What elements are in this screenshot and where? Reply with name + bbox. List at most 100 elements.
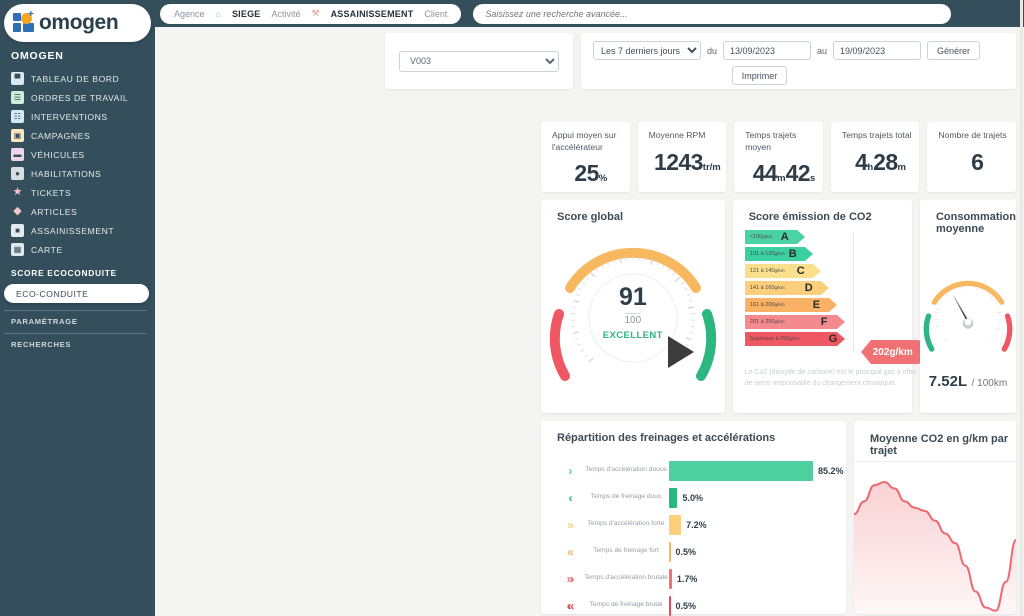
- kpi-card: Temps trajets total 4h28m: [830, 122, 920, 192]
- score-gauge: 91 100 EXCELLENT: [541, 228, 725, 398]
- co2-grade-letter: C: [796, 265, 805, 277]
- brand-logo[interactable]: + omogen: [4, 4, 151, 42]
- braking-bar-area: 0.5%: [669, 538, 838, 565]
- vertical-scrollbar[interactable]: [1020, 0, 1023, 616]
- sidebar-item-ordres-de-travail[interactable]: ☰ ORDRES DE TRAVAIL: [0, 88, 155, 107]
- sidebar-item-eco-conduite[interactable]: ECO-CONDUITE: [4, 284, 149, 303]
- habilitation-icon: ●: [11, 167, 24, 180]
- generate-button[interactable]: Générer: [927, 41, 981, 60]
- sidebar-item-label: CARTE: [31, 244, 63, 255]
- co2-grade-list: <100g/km A 101 à 120g/km B 121 à 140g/km C 141…: [744, 230, 845, 349]
- kpi-title: Temps trajets moyen: [745, 130, 797, 152]
- vehicle-select[interactable]: V003: [399, 50, 559, 72]
- sidebar-item-articles[interactable]: ◆ ARTICLES: [0, 202, 155, 221]
- brand-name: omogen: [39, 11, 119, 34]
- date-to-input[interactable]: [833, 41, 922, 60]
- chevron-left-triple-icon: ‹«: [566, 598, 575, 613]
- score-global-title: Score global: [557, 211, 624, 223]
- score-max: 100: [624, 313, 642, 326]
- sidebar-title: OMOGEN: [11, 50, 64, 62]
- vehicle-filter-card: V003: [385, 33, 573, 89]
- kpi-value: 44m42s: [752, 160, 816, 187]
- braking-value: 7.2%: [686, 519, 707, 530]
- sidebar-item-habilitations[interactable]: ● HABILITATIONS: [0, 164, 155, 183]
- sidebar-item-tickets[interactable]: ★ TICKETS: [0, 183, 155, 202]
- sidebar-item-carte[interactable]: ▦ CARTE: [0, 240, 155, 259]
- braking-row: ‹« Temps de freinage brutal 0.5%: [555, 592, 838, 616]
- co2-score-title: Score émission de CO2: [748, 211, 872, 223]
- braking-value: 0.5%: [675, 546, 697, 557]
- sidebar-item-label: TICKETS: [31, 187, 72, 198]
- co2-grade-letter: A: [780, 231, 789, 243]
- braking-bar-area: 0.5%: [669, 592, 838, 616]
- date-from-input[interactable]: [723, 41, 812, 60]
- sidebar-item-campagnes[interactable]: ▣ CAMPAGNES: [0, 126, 155, 145]
- braking-distribution-title: Répartition des freinages et accélératio…: [557, 432, 776, 444]
- date-filter-card: Les 7 derniers jours du au Générer Impri…: [581, 33, 1016, 89]
- co2-grade-range: Supérieur à 250g/km: [749, 336, 800, 342]
- co2-grade-letter: G: [828, 333, 838, 345]
- breadcrumb-value-agence: SIEGE: [231, 8, 261, 19]
- vehicle-icon: ▬: [11, 148, 24, 161]
- co2-divider: [852, 232, 854, 352]
- braking-row: » Temps d'accélération forte 7.2%: [555, 511, 838, 538]
- braking-row: « Temps de freinage fort 0.5%: [555, 538, 838, 565]
- sidebar-item-label: ECO-CONDUITE: [16, 288, 89, 299]
- breadcrumb-label-agence: Agence: [174, 8, 205, 19]
- co2-grade-row: Supérieur à 250g/km G: [744, 332, 845, 346]
- sidebar-section-label: SCORE ECOCONDUITE: [11, 268, 117, 278]
- braking-label: Temps d'accélération brutale: [584, 574, 668, 582]
- co2-grade-row: 201 à 250g/km F: [744, 315, 845, 329]
- home-icon: ⌂: [215, 8, 221, 19]
- search-input[interactable]: [485, 8, 940, 19]
- breadcrumb-label-activite: Activité: [271, 8, 301, 19]
- kpi-card: Appui moyen sur l'accélérateur 25%: [541, 122, 630, 192]
- chevron-right-single-icon: ›: [568, 463, 573, 478]
- dashboard-icon: ▀: [11, 72, 24, 85]
- campaign-icon: ▣: [11, 129, 24, 142]
- sidebar-item-interventions[interactable]: ☷ INTERVENTIONS: [0, 107, 155, 126]
- sidebar-item-v-hicules[interactable]: ▬ VÉHICULES: [0, 145, 155, 164]
- topbar: Agence ⌂ SIEGE Activité ⚒ ASSAINISSEMENT…: [155, 0, 1024, 27]
- score-global-panel: Score global 91 100 EXCELLENT: [541, 200, 725, 413]
- article-tag-icon: ◆: [13, 205, 22, 217]
- sidebar: + omogen OMOGEN ▀ TABLEAU DE BORD ☰ ORDRES …: [0, 0, 155, 616]
- chevron-right-triple-icon: »›: [566, 571, 575, 586]
- braking-value: 5.0%: [682, 492, 703, 503]
- braking-label: Temps de freinage brutal: [589, 601, 663, 609]
- ticket-star-icon: ★: [12, 186, 23, 198]
- print-button[interactable]: Imprimer: [731, 66, 788, 85]
- braking-label: Temps de freinage doux: [590, 493, 662, 501]
- sidebar-item-tableau-de-bord[interactable]: ▀ TABLEAU DE BORD: [0, 69, 155, 88]
- co2-grade-row: <100g/km A: [744, 230, 845, 244]
- consumption-readout: 7.52L / 100km: [920, 373, 1016, 391]
- braking-distribution-panel: Répartition des freinages et accélératio…: [541, 421, 846, 616]
- kpi-value: 6: [971, 148, 984, 175]
- app-root: + omogen OMOGEN ▀ TABLEAU DE BORD ☰ ORDRES …: [0, 0, 1024, 616]
- breadcrumb-label-client: Client: [424, 8, 448, 19]
- label-du: du: [707, 45, 718, 56]
- sidebar-item-label: ORDRES DE TRAVAIL: [31, 92, 129, 103]
- braking-bar: [669, 460, 813, 481]
- label-au: au: [817, 45, 828, 56]
- sidebar-item-assainissement[interactable]: ■ ASSAINISSEMENT: [0, 221, 155, 240]
- sidebar-item-recherches[interactable]: RECHERCHES: [0, 334, 155, 349]
- sidebar-item-label: TABLEAU DE BORD: [31, 73, 120, 84]
- braking-bar: [669, 514, 682, 535]
- period-select[interactable]: Les 7 derniers jours: [593, 41, 701, 60]
- breadcrumb[interactable]: Agence ⌂ SIEGE Activité ⚒ ASSAINISSEMENT…: [160, 3, 462, 24]
- braking-bar: [669, 568, 672, 589]
- search-bar[interactable]: [473, 3, 952, 24]
- chevron-left-double-icon: «: [567, 544, 574, 559]
- metrics-row: Score global 91 100 EXCELLENT Score émis…: [541, 200, 1016, 413]
- sidebar-item-parametrage[interactable]: PARAMÉTRAGE: [0, 311, 155, 326]
- breadcrumb-value-activite: ASSAINISSEMENT: [330, 8, 414, 19]
- co2-current-value: 202g/km: [870, 340, 920, 364]
- sidebar-item-label: CAMPAGNES: [31, 130, 91, 141]
- braking-bar-area: 1.7%: [669, 565, 838, 592]
- kpi-card: Moyenne RPM 1243tr/m: [637, 122, 727, 192]
- filter-row: V003 Les 7 derniers jours du au Générer …: [385, 33, 1016, 89]
- braking-bar-area: 5.0%: [669, 484, 838, 511]
- braking-bar: [669, 541, 671, 562]
- charts-row: Répartition des freinages et accélératio…: [541, 421, 1016, 616]
